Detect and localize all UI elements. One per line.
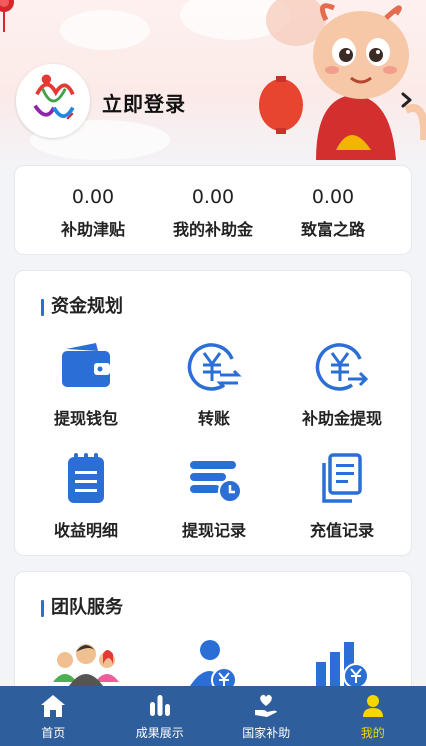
funds-planning-card: 资金规划 提现钱包 转账 补助金提现 收益明细 提现记录 充值记录 (14, 270, 412, 556)
tab-national-subsidy[interactable]: 国家补助 (213, 686, 320, 746)
heart-hand-icon (255, 694, 278, 717)
yuan-withdraw-icon (315, 343, 369, 391)
home-icon (41, 695, 66, 717)
balance-stats-card: 0.00 补助津贴 0.00 我的补助金 0.00 致富之路 (14, 165, 412, 255)
knot-decoration-icon (0, 0, 14, 32)
avatar[interactable] (16, 64, 90, 138)
tab-mine[interactable]: 我的 (320, 686, 426, 746)
grid-label: 转账 (197, 409, 230, 428)
clipboard-list-icon (68, 453, 104, 503)
subsidy-withdraw-button[interactable]: 补助金提现 (276, 337, 408, 429)
stat-label: 致富之路 (300, 220, 365, 239)
stat-road-to-wealth[interactable]: 0.00 致富之路 (267, 184, 399, 240)
festival-logo-icon (19, 67, 87, 135)
stat-label: 我的补助金 (172, 220, 253, 239)
bar-chart-icon (149, 695, 170, 716)
profile-header: 立即登录 (0, 0, 426, 170)
tab-label: 首页 (41, 726, 66, 740)
grid-label: 充值记录 (309, 521, 374, 540)
tab-label: 我的 (360, 726, 385, 740)
login-link[interactable]: 立即登录 (102, 88, 186, 117)
withdraw-records-button[interactable]: 提现记录 (148, 449, 280, 541)
recharge-records-button[interactable]: 充值记录 (276, 449, 408, 541)
stat-my-subsidy[interactable]: 0.00 我的补助金 (147, 184, 279, 240)
section-title: 团队服务 (41, 598, 123, 618)
chevron-right-icon[interactable] (400, 92, 414, 108)
withdraw-wallet-button[interactable]: 提现钱包 (20, 337, 152, 429)
stat-value: 0.00 (191, 186, 235, 208)
wallet-icon (62, 343, 110, 387)
user-icon (362, 695, 383, 717)
coins-clock-icon (190, 461, 242, 503)
bottom-tab-bar: 首页 成果展示 国家补助 我的 (0, 686, 426, 746)
stat-subsidy-allowance[interactable]: 0.00 补助津贴 (27, 184, 159, 240)
grid-label: 提现记录 (181, 521, 246, 540)
tab-label: 成果展示 (135, 726, 184, 740)
transfer-button[interactable]: 转账 (148, 337, 280, 429)
stat-value: 0.00 (71, 186, 115, 208)
section-title: 资金规划 (41, 297, 123, 317)
tab-home[interactable]: 首页 (0, 686, 107, 746)
tab-label: 国家补助 (242, 726, 291, 740)
tab-achievements[interactable]: 成果展示 (107, 686, 214, 746)
yuan-transfer-icon (187, 343, 242, 391)
grid-label: 提现钱包 (53, 409, 118, 428)
grid-label: 补助金提现 (301, 409, 382, 428)
cloud-decoration (60, 10, 150, 50)
documents-icon (322, 453, 362, 503)
dragon-mascot-icon (259, 0, 426, 160)
stat-label: 补助津贴 (60, 220, 125, 239)
stat-value: 0.00 (311, 186, 355, 208)
earnings-detail-button[interactable]: 收益明细 (20, 449, 152, 541)
grid-label: 收益明细 (53, 521, 118, 540)
